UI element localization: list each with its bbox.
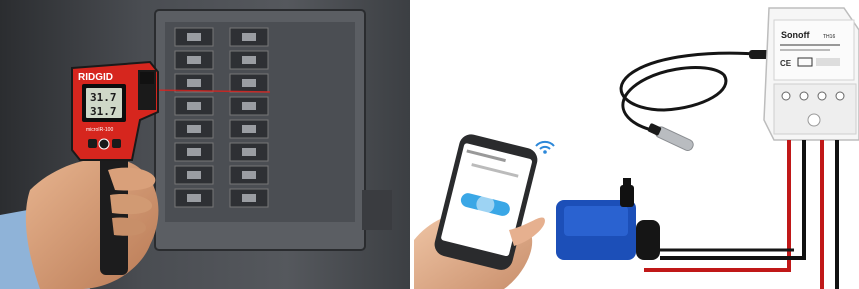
reading-top: 31.7	[90, 91, 117, 104]
sonoff-device: Sonoff TH16 CE	[763, 7, 859, 141]
ir-thermometer-photo: RIDGID 31.7 31.7 microIR-100	[0, 0, 410, 289]
ce-mark: CE	[780, 59, 792, 68]
reading-bottom: 31.7	[90, 105, 117, 118]
panel-latch	[362, 190, 392, 230]
terminal-screw	[817, 91, 827, 101]
breaker-panel	[154, 9, 366, 251]
sonoff-brand: Sonoff	[781, 30, 810, 40]
mode-button	[88, 139, 97, 148]
sonoff-model: TH16	[823, 34, 835, 40]
sonoff-setup-photo: Sonoff TH16 CE	[414, 0, 859, 289]
power-button	[98, 138, 110, 150]
thermometer-brand: RIDGID	[78, 72, 113, 83]
terminal-screw	[799, 91, 809, 101]
up-button	[112, 139, 121, 148]
terminal-screw	[835, 91, 845, 101]
terminal-screw	[781, 91, 791, 101]
thermometer-model: microIR-100	[86, 127, 113, 133]
